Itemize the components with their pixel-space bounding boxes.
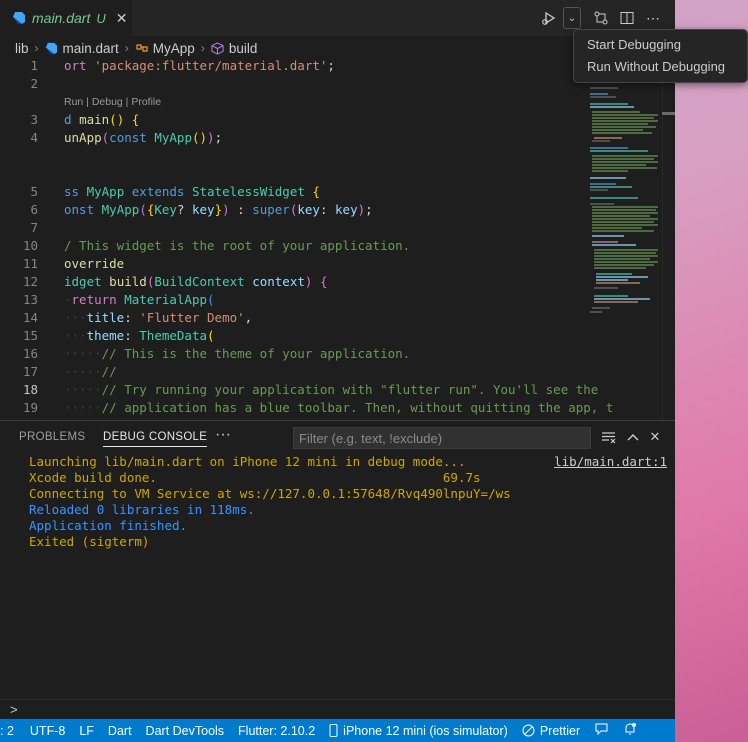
maximize-panel-icon[interactable] xyxy=(623,427,643,447)
line-number: 3 xyxy=(30,112,38,127)
console-line: Xcode build done. 69.7s xyxy=(29,470,481,485)
close-panel-icon[interactable]: ✕ xyxy=(645,427,665,447)
console-input-divider xyxy=(0,699,675,700)
code-editor[interactable]: 1 ort 'package:flutter/material.dart'; 2 … xyxy=(0,58,675,420)
vscode-window: main.dart U ✕ ⌄ ⋯ lib › main.dart › MyAp… xyxy=(0,0,675,742)
tab-problems[interactable]: PROBLEMS xyxy=(19,431,85,443)
console-line: Exited (sigterm) xyxy=(29,534,150,549)
bottom-panel: PROBLEMS DEBUG CONSOLE ··· ✕ Launching l… xyxy=(0,420,675,719)
code-line: 18 ·····// Try running your application w… xyxy=(0,382,598,400)
clear-console-icon[interactable] xyxy=(598,427,618,447)
code-line: 16 ·····// This is the theme of your appl… xyxy=(0,346,575,364)
code-line: 11 override xyxy=(0,256,575,274)
line-number: 12 xyxy=(22,274,38,289)
more-actions-icon[interactable]: ··· xyxy=(215,426,231,444)
code-line: 7 xyxy=(0,220,575,238)
line-number: 17 xyxy=(22,364,38,379)
line-number: 6 xyxy=(30,202,38,217)
code-line: 19 ·····// application has a blue toolbar… xyxy=(0,400,613,418)
code-line: 1 ort 'package:flutter/material.dart'; xyxy=(0,58,575,76)
console-line: Launching lib/main.dart on iPhone 12 min… xyxy=(29,454,466,469)
line-number: 16 xyxy=(22,346,38,361)
console-line: Application finished. xyxy=(29,518,188,533)
line-number: 19 xyxy=(22,400,38,415)
split-editor-icon[interactable] xyxy=(615,6,639,30)
status-dart-devtools[interactable]: Dart DevTools xyxy=(146,724,225,738)
code-line: 3d main() { xyxy=(0,112,575,130)
status-prettier-label: Prettier xyxy=(539,723,581,738)
notifications-icon[interactable] xyxy=(623,722,637,739)
code-line: 4 unApp(const MyApp()); xyxy=(0,130,575,148)
line-number: 14 xyxy=(22,310,38,325)
close-icon[interactable]: ✕ xyxy=(116,10,128,27)
status-prettier[interactable]: Prettier xyxy=(522,724,580,738)
chevron-right-icon: › xyxy=(124,41,129,55)
status-encoding[interactable]: UTF-8 xyxy=(30,724,65,738)
console-source-link[interactable]: lib/main.dart:1 xyxy=(554,454,667,469)
line-number: 18 xyxy=(22,382,38,397)
code-line: 13 ·return MaterialApp( xyxy=(0,292,575,310)
no-entry-icon xyxy=(522,724,535,737)
line-number: 5 xyxy=(30,184,38,199)
code-line: 17 ·····// xyxy=(0,364,575,382)
codelens[interactable]: Run | Debug | Profile xyxy=(0,96,575,110)
dart-file-icon xyxy=(45,42,57,54)
menu-item-run-without-debugging[interactable]: Run Without Debugging xyxy=(587,57,725,77)
codelens-run-debug-profile[interactable]: Run | Debug | Profile xyxy=(64,96,161,108)
status-eol[interactable]: LF xyxy=(79,724,94,738)
status-bar: : 2 UTF-8 LF Dart Dart DevTools Flutter:… xyxy=(0,719,675,742)
status-cursor-position[interactable]: : 2 xyxy=(0,724,14,738)
open-changes-icon[interactable] xyxy=(589,6,613,30)
tab-main-dart[interactable]: main.dart U ✕ xyxy=(0,0,132,36)
more-actions-icon[interactable]: ⋯ xyxy=(641,6,665,30)
panel-tabs: PROBLEMS DEBUG CONSOLE ··· ✕ xyxy=(0,421,675,455)
class-icon xyxy=(136,44,148,52)
code-line: 2 xyxy=(0,76,575,94)
line-number: 10 xyxy=(22,238,38,253)
code-line: 12 idget build(BuildContext context) { xyxy=(0,274,575,292)
dart-file-icon xyxy=(13,12,25,24)
menu-item-start-debugging[interactable]: Start Debugging xyxy=(587,35,681,55)
console-filter-input[interactable] xyxy=(293,427,591,449)
code-line: 6 onst MyApp({Key? key}) : super(key: key… xyxy=(0,202,575,220)
tab-debug-console[interactable]: DEBUG CONSOLE xyxy=(103,431,208,447)
minimap[interactable] xyxy=(588,86,662,386)
chevron-right-icon: › xyxy=(200,41,205,55)
tab-filename: main.dart xyxy=(32,10,91,26)
console-line: Reloaded 0 libraries in 118ms. xyxy=(29,502,255,517)
line-number: 13 xyxy=(22,292,38,307)
breadcrumb-file[interactable]: main.dart xyxy=(63,41,119,56)
breadcrumb-method[interactable]: build xyxy=(229,41,258,56)
tab-untracked-badge: U xyxy=(96,10,106,26)
run-debug-icon[interactable] xyxy=(537,6,561,30)
status-flutter-version[interactable]: Flutter: 2.10.2 xyxy=(238,724,315,738)
console-line: Connecting to VM Service at ws://127.0.0… xyxy=(29,486,511,501)
method-icon xyxy=(211,41,224,55)
breadcrumb: lib › main.dart › MyApp › build xyxy=(0,38,257,58)
line-number: 4 xyxy=(30,130,38,145)
code-line: 15 ···theme: ThemeData( xyxy=(0,328,575,346)
phone-icon xyxy=(329,724,338,737)
status-language[interactable]: Dart xyxy=(108,724,132,738)
status-device-label: iPhone 12 mini (ios simulator) xyxy=(343,723,508,738)
chevron-right-icon: › xyxy=(34,41,39,55)
line-number: 7 xyxy=(30,220,38,235)
code-line: 10/ This widget is the root of your appl… xyxy=(0,238,575,256)
feedback-icon[interactable] xyxy=(594,722,609,739)
line-number: 15 xyxy=(22,328,38,343)
chevron-down-icon[interactable]: ⌄ xyxy=(563,7,581,29)
run-menu: Start Debugging Run Without Debugging xyxy=(573,29,748,83)
code-line: 5 ss MyApp extends StatelessWidget { xyxy=(0,184,575,202)
breadcrumb-class[interactable]: MyApp xyxy=(153,41,195,56)
line-number: 1 xyxy=(30,58,38,73)
console-input-prompt[interactable]: > xyxy=(10,702,18,717)
line-number: 11 xyxy=(22,256,38,271)
scrollbar-thumb[interactable] xyxy=(662,112,675,115)
breadcrumb-lib[interactable]: lib xyxy=(15,41,29,56)
line-number: 2 xyxy=(30,76,38,91)
status-device[interactable]: iPhone 12 mini (ios simulator) xyxy=(329,724,508,738)
code-line: 14 ···title: 'Flutter Demo', xyxy=(0,310,575,328)
